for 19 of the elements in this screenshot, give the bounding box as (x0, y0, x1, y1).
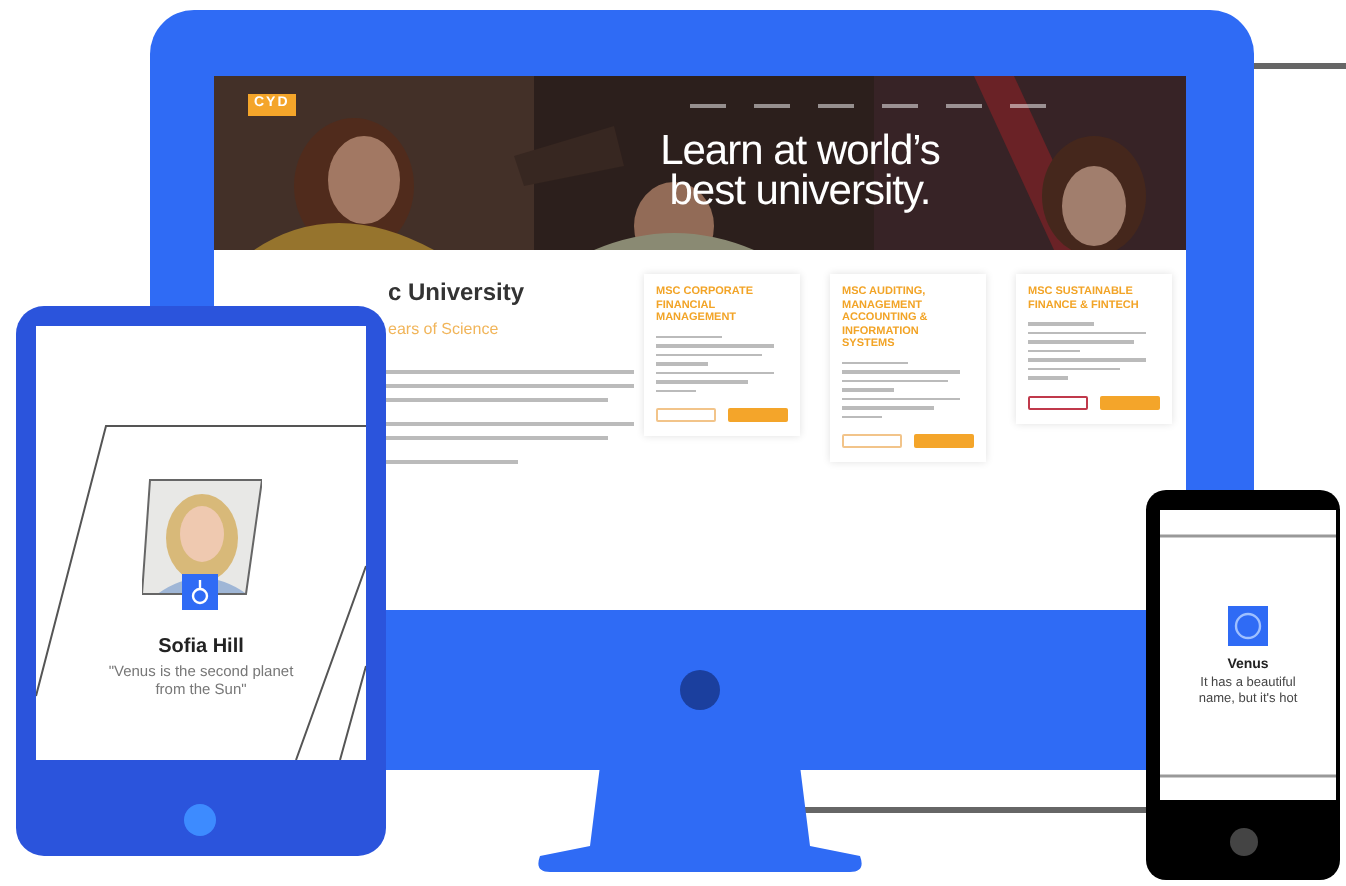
filled-card-button[interactable] (1100, 395, 1160, 409)
nav-link[interactable] (818, 104, 854, 108)
filled-card-button[interactable] (914, 434, 974, 448)
filled-card-button[interactable] (728, 408, 788, 422)
nav-link[interactable] (1010, 104, 1046, 108)
power-button-icon (678, 668, 722, 712)
outline-card-button[interactable] (1028, 395, 1088, 409)
nav-link[interactable] (690, 104, 726, 108)
hero-headline: Learn at world’s best university. (658, 132, 942, 212)
nav-link[interactable] (882, 104, 918, 108)
page-subheading: ears of Science (388, 318, 501, 342)
home-button-icon (182, 802, 218, 838)
home-button-icon (1228, 826, 1260, 858)
badge-icon (182, 574, 218, 610)
nav-link[interactable] (754, 104, 790, 108)
page-heading: c University (388, 276, 527, 310)
nav-link[interactable] (946, 104, 982, 108)
person-name: Sofia Hill (156, 634, 246, 662)
planet-icon (1228, 606, 1268, 646)
